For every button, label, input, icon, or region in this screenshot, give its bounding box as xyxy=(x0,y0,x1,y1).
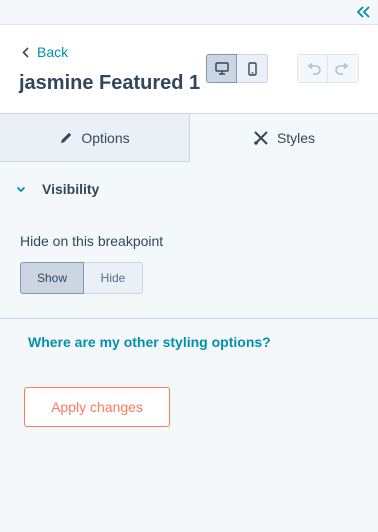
device-toggle xyxy=(206,54,268,83)
tab-options-label: Options xyxy=(81,129,130,146)
desktop-icon xyxy=(214,62,229,75)
apply-changes-button[interactable]: Apply changes xyxy=(24,387,170,427)
hide-option-button[interactable]: Hide xyxy=(84,262,143,294)
top-bar xyxy=(0,0,378,25)
chevron-left-icon xyxy=(22,46,29,58)
back-label: Back xyxy=(37,44,69,60)
editor-header: Back jasmine Featured 1 xyxy=(0,25,378,114)
undo-button[interactable] xyxy=(297,54,328,83)
tab-styles[interactable]: Styles xyxy=(190,114,378,162)
section-divider xyxy=(0,318,378,319)
mobile-view-button[interactable] xyxy=(237,54,268,83)
history-controls xyxy=(297,54,359,83)
styling-options-help-link[interactable]: Where are my other styling options? xyxy=(28,334,271,350)
redo-icon xyxy=(335,62,351,75)
panel-tabs: Options Styles xyxy=(0,114,378,162)
desktop-view-button[interactable] xyxy=(206,54,237,83)
double-chevron-left-icon xyxy=(356,6,370,18)
visibility-section-toggle[interactable]: Visibility xyxy=(16,181,99,197)
module-title: jasmine Featured 1 xyxy=(19,72,201,94)
pencil-icon xyxy=(59,131,73,145)
tab-options[interactable]: Options xyxy=(0,114,190,162)
styles-icon xyxy=(253,130,269,146)
visibility-section-label: Visibility xyxy=(42,181,100,197)
mobile-icon xyxy=(247,61,257,76)
undo-icon xyxy=(305,62,321,75)
chevron-down-icon xyxy=(16,186,26,193)
hide-breakpoint-label: Hide on this breakpoint xyxy=(20,233,164,249)
back-link[interactable]: Back xyxy=(22,42,68,62)
collapse-panel-button[interactable] xyxy=(354,3,372,21)
tab-styles-label: Styles xyxy=(276,130,316,146)
show-option-button[interactable]: Show xyxy=(20,262,84,294)
visibility-toggle: Show Hide xyxy=(20,262,143,294)
redo-button[interactable] xyxy=(328,54,359,83)
